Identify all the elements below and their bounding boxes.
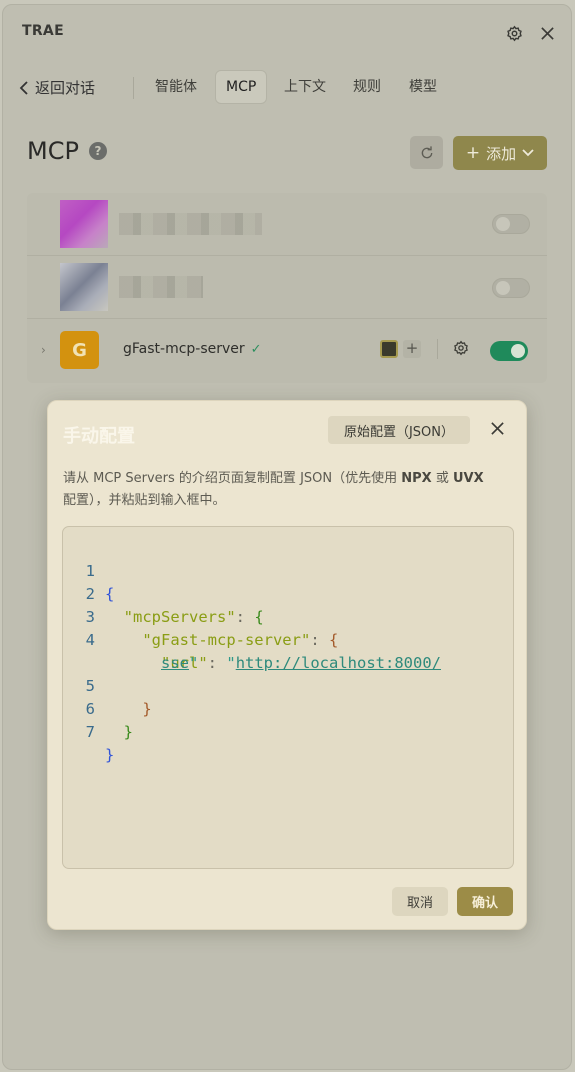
server-avatar-blurred (60, 263, 108, 311)
url-link[interactable]: sse (161, 654, 189, 672)
server-name-wrapper: gFast-mcp-server ✓ (123, 341, 262, 357)
title-bar: TRAE (3, 5, 571, 61)
desc-text: 配置），并粘贴到输入框中。 (63, 493, 226, 508)
code-line: 5 } (63, 652, 152, 718)
tab-mcp[interactable]: MCP (215, 70, 268, 104)
raw-config-button[interactable]: 原始配置（JSON） (328, 416, 470, 444)
verified-check-icon: ✓ (250, 342, 262, 357)
plus-icon: + (465, 143, 481, 163)
server-settings-icon[interactable] (453, 340, 469, 360)
top-nav: 返回对话 智能体 MCP 上下文 规则 模型 (3, 69, 571, 109)
desc-uvx: UVX (452, 471, 484, 486)
tool-icon[interactable] (380, 340, 398, 358)
server-list: › G gFast-mcp-server ✓ + (27, 193, 547, 383)
desc-text: 或 (431, 471, 453, 486)
server-row[interactable] (27, 193, 547, 256)
confirm-button[interactable]: 确认 (457, 887, 513, 916)
code-line: 2 "mcpServers": { (63, 560, 264, 626)
back-to-chat-button[interactable]: 返回对话 (19, 77, 95, 98)
add-tool-icon[interactable]: + (403, 340, 421, 358)
page-title: MCP (27, 137, 79, 165)
code-line: 3 "gFast-mcp-server": { (63, 583, 339, 649)
json-key: "mcpServers" (123, 608, 236, 626)
dialog-title: 手动配置 (63, 426, 135, 447)
url-link[interactable]: http://localhost:8000/ (236, 654, 441, 672)
close-icon[interactable] (536, 22, 558, 44)
server-row[interactable]: › G gFast-mcp-server ✓ + (27, 319, 547, 382)
refresh-icon (421, 145, 432, 158)
desc-text: 请从 MCP Servers 的介绍页面复制配置 JSON（优先使用 (63, 471, 402, 486)
row-divider (437, 339, 438, 359)
server-name-blurred (119, 213, 262, 235)
add-label: 添加 (486, 144, 517, 163)
desc-npx: NPX (401, 471, 432, 486)
code-line: 7 } (63, 698, 119, 764)
server-toggle[interactable] (492, 214, 530, 234)
app-title: TRAE (22, 23, 64, 39)
server-toggle[interactable] (492, 278, 530, 298)
server-name-blurred (119, 276, 203, 298)
nav-divider (133, 77, 134, 99)
line-number: 7 (85, 723, 95, 741)
tab-models[interactable]: 模型 (399, 70, 447, 104)
back-label: 返回对话 (35, 79, 96, 97)
refresh-button[interactable] (410, 136, 443, 169)
cancel-button[interactable]: 取消 (392, 887, 448, 916)
server-row[interactable] (27, 256, 547, 319)
server-name: gFast-mcp-server (123, 341, 245, 357)
close-icon[interactable] (490, 421, 505, 440)
chevron-down-icon (522, 149, 534, 157)
chevron-left-icon (19, 80, 28, 95)
code-line: sse" (161, 654, 199, 672)
settings-icon[interactable] (503, 22, 525, 44)
tab-rules[interactable]: 规则 (343, 70, 391, 104)
section-header: MCP ? (27, 137, 107, 165)
tab-context[interactable]: 上下文 (274, 70, 336, 104)
json-key: "gFast-mcp-server" (142, 631, 311, 649)
server-toggle[interactable] (490, 341, 528, 361)
dialog-description: 请从 MCP Servers 的介绍页面复制配置 JSON（优先使用 NPX 或… (63, 468, 513, 512)
json-editor[interactable]: 1 { 2 "mcpServers": { 3 "gFast-mcp-serve… (62, 526, 514, 869)
code-line: 4 "url": "http://localhost:8000/ (63, 606, 441, 672)
add-server-button[interactable]: + 添加 (453, 136, 547, 170)
tab-agents[interactable]: 智能体 (145, 70, 207, 104)
code-line: 6 } (63, 675, 133, 741)
manual-config-dialog: 手动配置 原始配置（JSON） 请从 MCP Servers 的介绍页面复制配置… (47, 400, 527, 930)
code-line: 1 { (63, 537, 119, 603)
chevron-right-icon[interactable]: › (41, 343, 46, 357)
help-icon[interactable]: ? (88, 142, 107, 160)
server-avatar: G (60, 331, 99, 369)
server-avatar-blurred (60, 200, 108, 248)
